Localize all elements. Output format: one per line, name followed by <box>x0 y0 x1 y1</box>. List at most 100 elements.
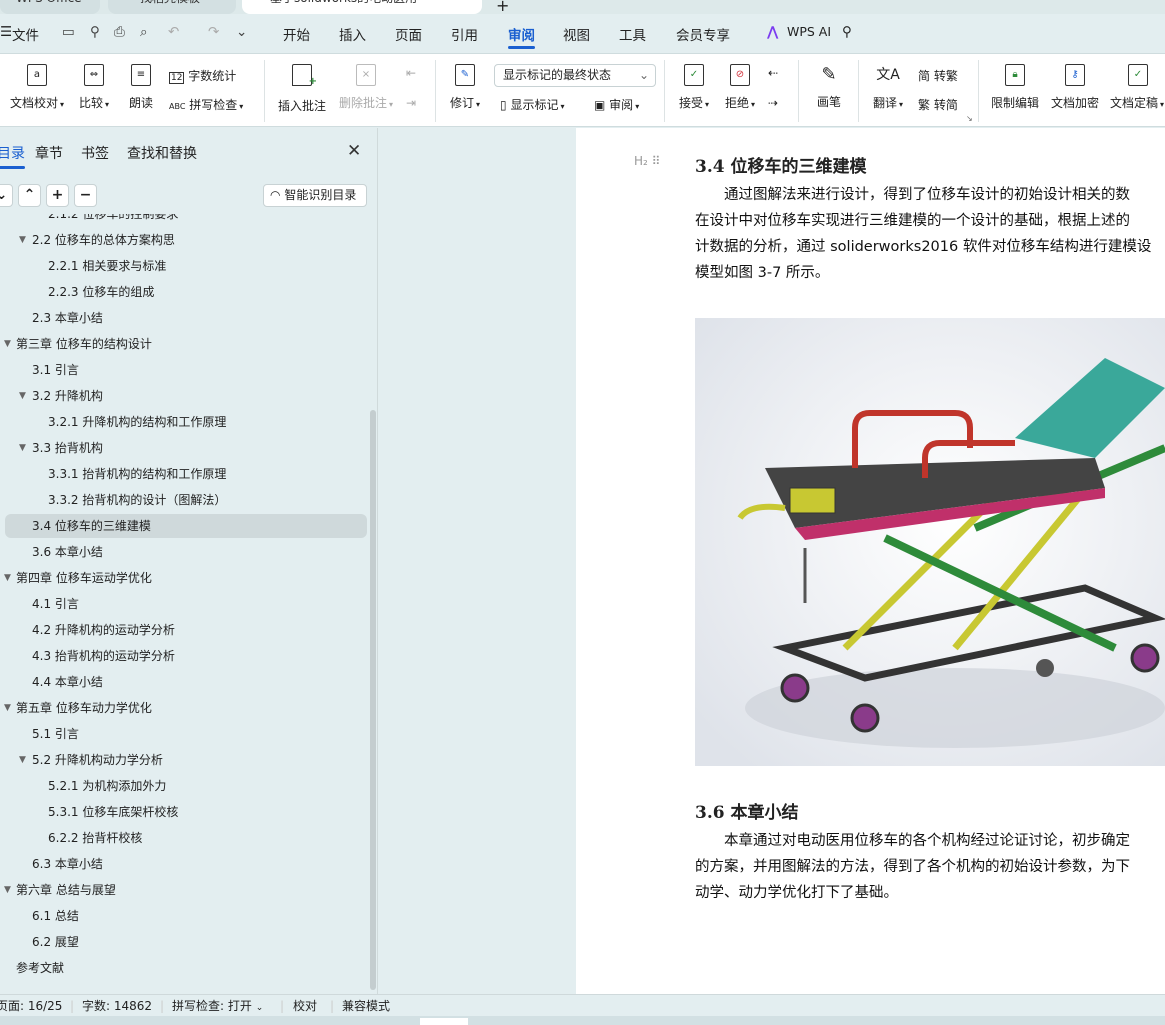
toc-item[interactable]: ▼ 第四章 位移车运动学优化 <box>0 566 370 590</box>
new-tab-icon[interactable]: + <box>496 0 509 15</box>
window-tab[interactable]: 找稻壳模板 <box>108 0 236 14</box>
tab-member[interactable]: 会员专享 <box>676 24 730 44</box>
wps-ai-button[interactable]: WPS AI <box>787 24 831 39</box>
save-icon[interactable]: ▭ <box>62 24 75 40</box>
pen-button[interactable]: ✎ 画笔 <box>814 64 844 110</box>
expand-up-button[interactable]: ⌃ <box>18 184 41 207</box>
tab-tools[interactable]: 工具 <box>619 24 646 44</box>
print-preview-icon[interactable]: ⌕ <box>140 24 148 40</box>
tab-chapter[interactable]: 章节 <box>35 143 63 163</box>
expand-triangle-icon[interactable]: ▼ <box>19 228 26 252</box>
window-tab[interactable]: WPS Office <box>0 0 100 14</box>
window-tab-active[interactable]: 基于solidworks的电动医用 <box>242 0 482 14</box>
toc-item[interactable]: 2.2.3 位移车的组成 <box>0 280 370 304</box>
tab-start[interactable]: 开始 <box>283 24 310 44</box>
proof-button[interactable]: 校对 <box>293 995 317 1017</box>
tab-toc[interactable]: 目录 <box>0 143 25 169</box>
translate-button[interactable]: 文A 翻译 ▾ <box>870 64 906 111</box>
expand-triangle-icon[interactable]: ▼ <box>19 748 26 772</box>
next-change-icon[interactable]: ⇢ <box>768 96 778 110</box>
insert-comment-button[interactable]: + 插入批注 <box>276 64 328 114</box>
finalize-button[interactable]: ✓ 文档定稿 ▾ <box>1110 64 1165 111</box>
word-count-button[interactable]: 12 字数统计 <box>169 67 236 84</box>
toc-item[interactable]: 4.3 抬背机构的运动学分析 <box>0 644 370 668</box>
expand-triangle-icon[interactable]: ▼ <box>4 878 11 902</box>
print-icon[interactable]: ⎙ <box>114 24 125 40</box>
share-icon[interactable]: ⚲ <box>90 24 100 40</box>
tab-insert[interactable]: 插入 <box>339 24 366 44</box>
toc-item[interactable]: 3.6 本章小结 <box>0 540 370 564</box>
toc-item[interactable]: 6.2 展望 <box>0 930 370 954</box>
prev-comment-icon[interactable]: ⇤ <box>406 66 416 80</box>
tab-view[interactable]: 视图 <box>563 24 590 44</box>
toc-item[interactable]: ▼ 3.3 抬背机构 <box>0 436 370 460</box>
toc-item[interactable]: 2.1.2 位移车的控制要求 <box>0 214 370 226</box>
track-changes-button[interactable]: ✎ 修订 ▾ <box>447 64 483 111</box>
delete-comment-button[interactable]: × 删除批注 ▾ <box>336 64 396 111</box>
expand-triangle-icon[interactable]: ▼ <box>4 332 11 356</box>
toc-item[interactable]: ▼ 第六章 总结与展望 <box>0 878 370 902</box>
tab-bookmark[interactable]: 书签 <box>81 143 109 163</box>
next-comment-icon[interactable]: ⇥ <box>406 96 416 110</box>
accept-button[interactable]: ✓ 接受 ▾ <box>676 64 712 111</box>
menu-icon[interactable]: ☰ <box>0 24 12 40</box>
undo-icon[interactable]: ↶ <box>168 24 179 40</box>
restrict-edit-button[interactable]: 🔒︎ 限制编辑 <box>990 64 1040 111</box>
expand-triangle-icon[interactable]: ▼ <box>19 436 26 460</box>
toc-item[interactable]: ▼ 第三章 位移车的结构设计 <box>0 332 370 356</box>
toc-item[interactable]: ▼ 5.2 升降机构动力学分析 <box>0 748 370 772</box>
redo-icon[interactable]: ↷ <box>208 24 219 40</box>
toc-item[interactable]: 3.2.1 升降机构的结构和工作原理 <box>0 410 370 434</box>
to-simplified-button[interactable]: 繁 转简 <box>918 96 958 113</box>
toc-item[interactable]: 2.3 本章小结 <box>0 306 370 330</box>
remove-level-button[interactable]: − <box>74 184 97 207</box>
tab-review[interactable]: 审阅 <box>508 24 535 49</box>
prev-change-icon[interactable]: ⇠ <box>768 66 778 80</box>
toc-item[interactable]: 4.1 引言 <box>0 592 370 616</box>
expand-triangle-icon[interactable]: ▼ <box>4 696 11 720</box>
proofread-button[interactable]: a 文档校对 ▾ <box>6 64 68 111</box>
toc-item[interactable]: 3.3.2 抬背机构的设计（图解法） <box>0 488 370 512</box>
tab-find-replace[interactable]: 查找和替换 <box>127 143 197 163</box>
toc-item[interactable]: ▼ 3.2 升降机构 <box>0 384 370 408</box>
toc-item[interactable]: 参考文献 <box>0 956 370 980</box>
spell-check-button[interactable]: ABC 拼写检查 ▾ <box>169 96 243 113</box>
tab-reference[interactable]: 引用 <box>451 24 478 44</box>
toc-item[interactable]: 4.2 升降机构的运动学分析 <box>0 618 370 642</box>
toc-scrollbar[interactable] <box>370 410 376 990</box>
collapse-all-button[interactable]: ⌄ <box>0 184 13 207</box>
toc-item[interactable]: 6.3 本章小结 <box>0 852 370 876</box>
reject-button[interactable]: ⊘ 拒绝 ▾ <box>722 64 758 111</box>
compare-button[interactable]: ⇔ 比较 ▾ <box>76 64 112 111</box>
toc-item[interactable]: 2.2.1 相关要求与标准 <box>0 254 370 278</box>
add-level-button[interactable]: + <box>46 184 69 207</box>
to-traditional-button[interactable]: 简 转繁 <box>918 67 958 84</box>
expand-triangle-icon[interactable]: ▼ <box>19 384 26 408</box>
toc-item[interactable]: 4.4 本章小结 <box>0 670 370 694</box>
toc-item-selected[interactable]: 3.4 位移车的三维建模 <box>5 514 367 538</box>
toc-item[interactable]: 5.3.1 位移车底架杆校核 <box>0 800 370 824</box>
toc-item[interactable]: 6.2.2 抬背杆校核 <box>0 826 370 850</box>
encrypt-button[interactable]: ⚷ 文档加密 <box>1050 64 1100 111</box>
word-count[interactable]: 字数: 14862 <box>82 995 152 1017</box>
quick-access-more-icon[interactable]: ⌄ <box>236 24 247 40</box>
search-icon[interactable]: ⚲ <box>842 24 852 40</box>
toc-item[interactable]: 5.1 引言 <box>0 722 370 746</box>
dialog-launcher-icon[interactable]: ↘ <box>966 114 973 123</box>
toc-item[interactable]: 3.3.1 抬背机构的结构和工作原理 <box>0 462 370 486</box>
file-menu[interactable]: 文件 <box>12 24 39 44</box>
read-aloud-button[interactable]: ≡ 朗读 <box>126 64 156 111</box>
tab-page[interactable]: 页面 <box>395 24 422 44</box>
show-markup-button[interactable]: ▯ 显示标记 ▾ <box>500 96 564 113</box>
toc-item[interactable]: 6.1 总结 <box>0 904 370 928</box>
toc-item[interactable]: 3.1 引言 <box>0 358 370 382</box>
toc-item[interactable]: 5.2.1 为机构添加外力 <box>0 774 370 798</box>
toc-item[interactable]: ▼ 2.2 位移车的总体方案构思 <box>0 228 370 252</box>
smart-toc-button[interactable]: ◠ 智能识别目录 <box>263 184 367 207</box>
toc-item[interactable]: ▼ 第五章 位移车动力学优化 <box>0 696 370 720</box>
expand-triangle-icon[interactable]: ▼ <box>4 566 11 590</box>
close-icon[interactable]: ✕ <box>347 141 361 161</box>
heading-level-icon[interactable]: H₂ ⠿ <box>634 154 660 168</box>
review-pane-button[interactable]: ▣ 审阅 ▾ <box>594 96 639 113</box>
page-indicator[interactable]: 页面: 16/25 <box>0 995 62 1017</box>
